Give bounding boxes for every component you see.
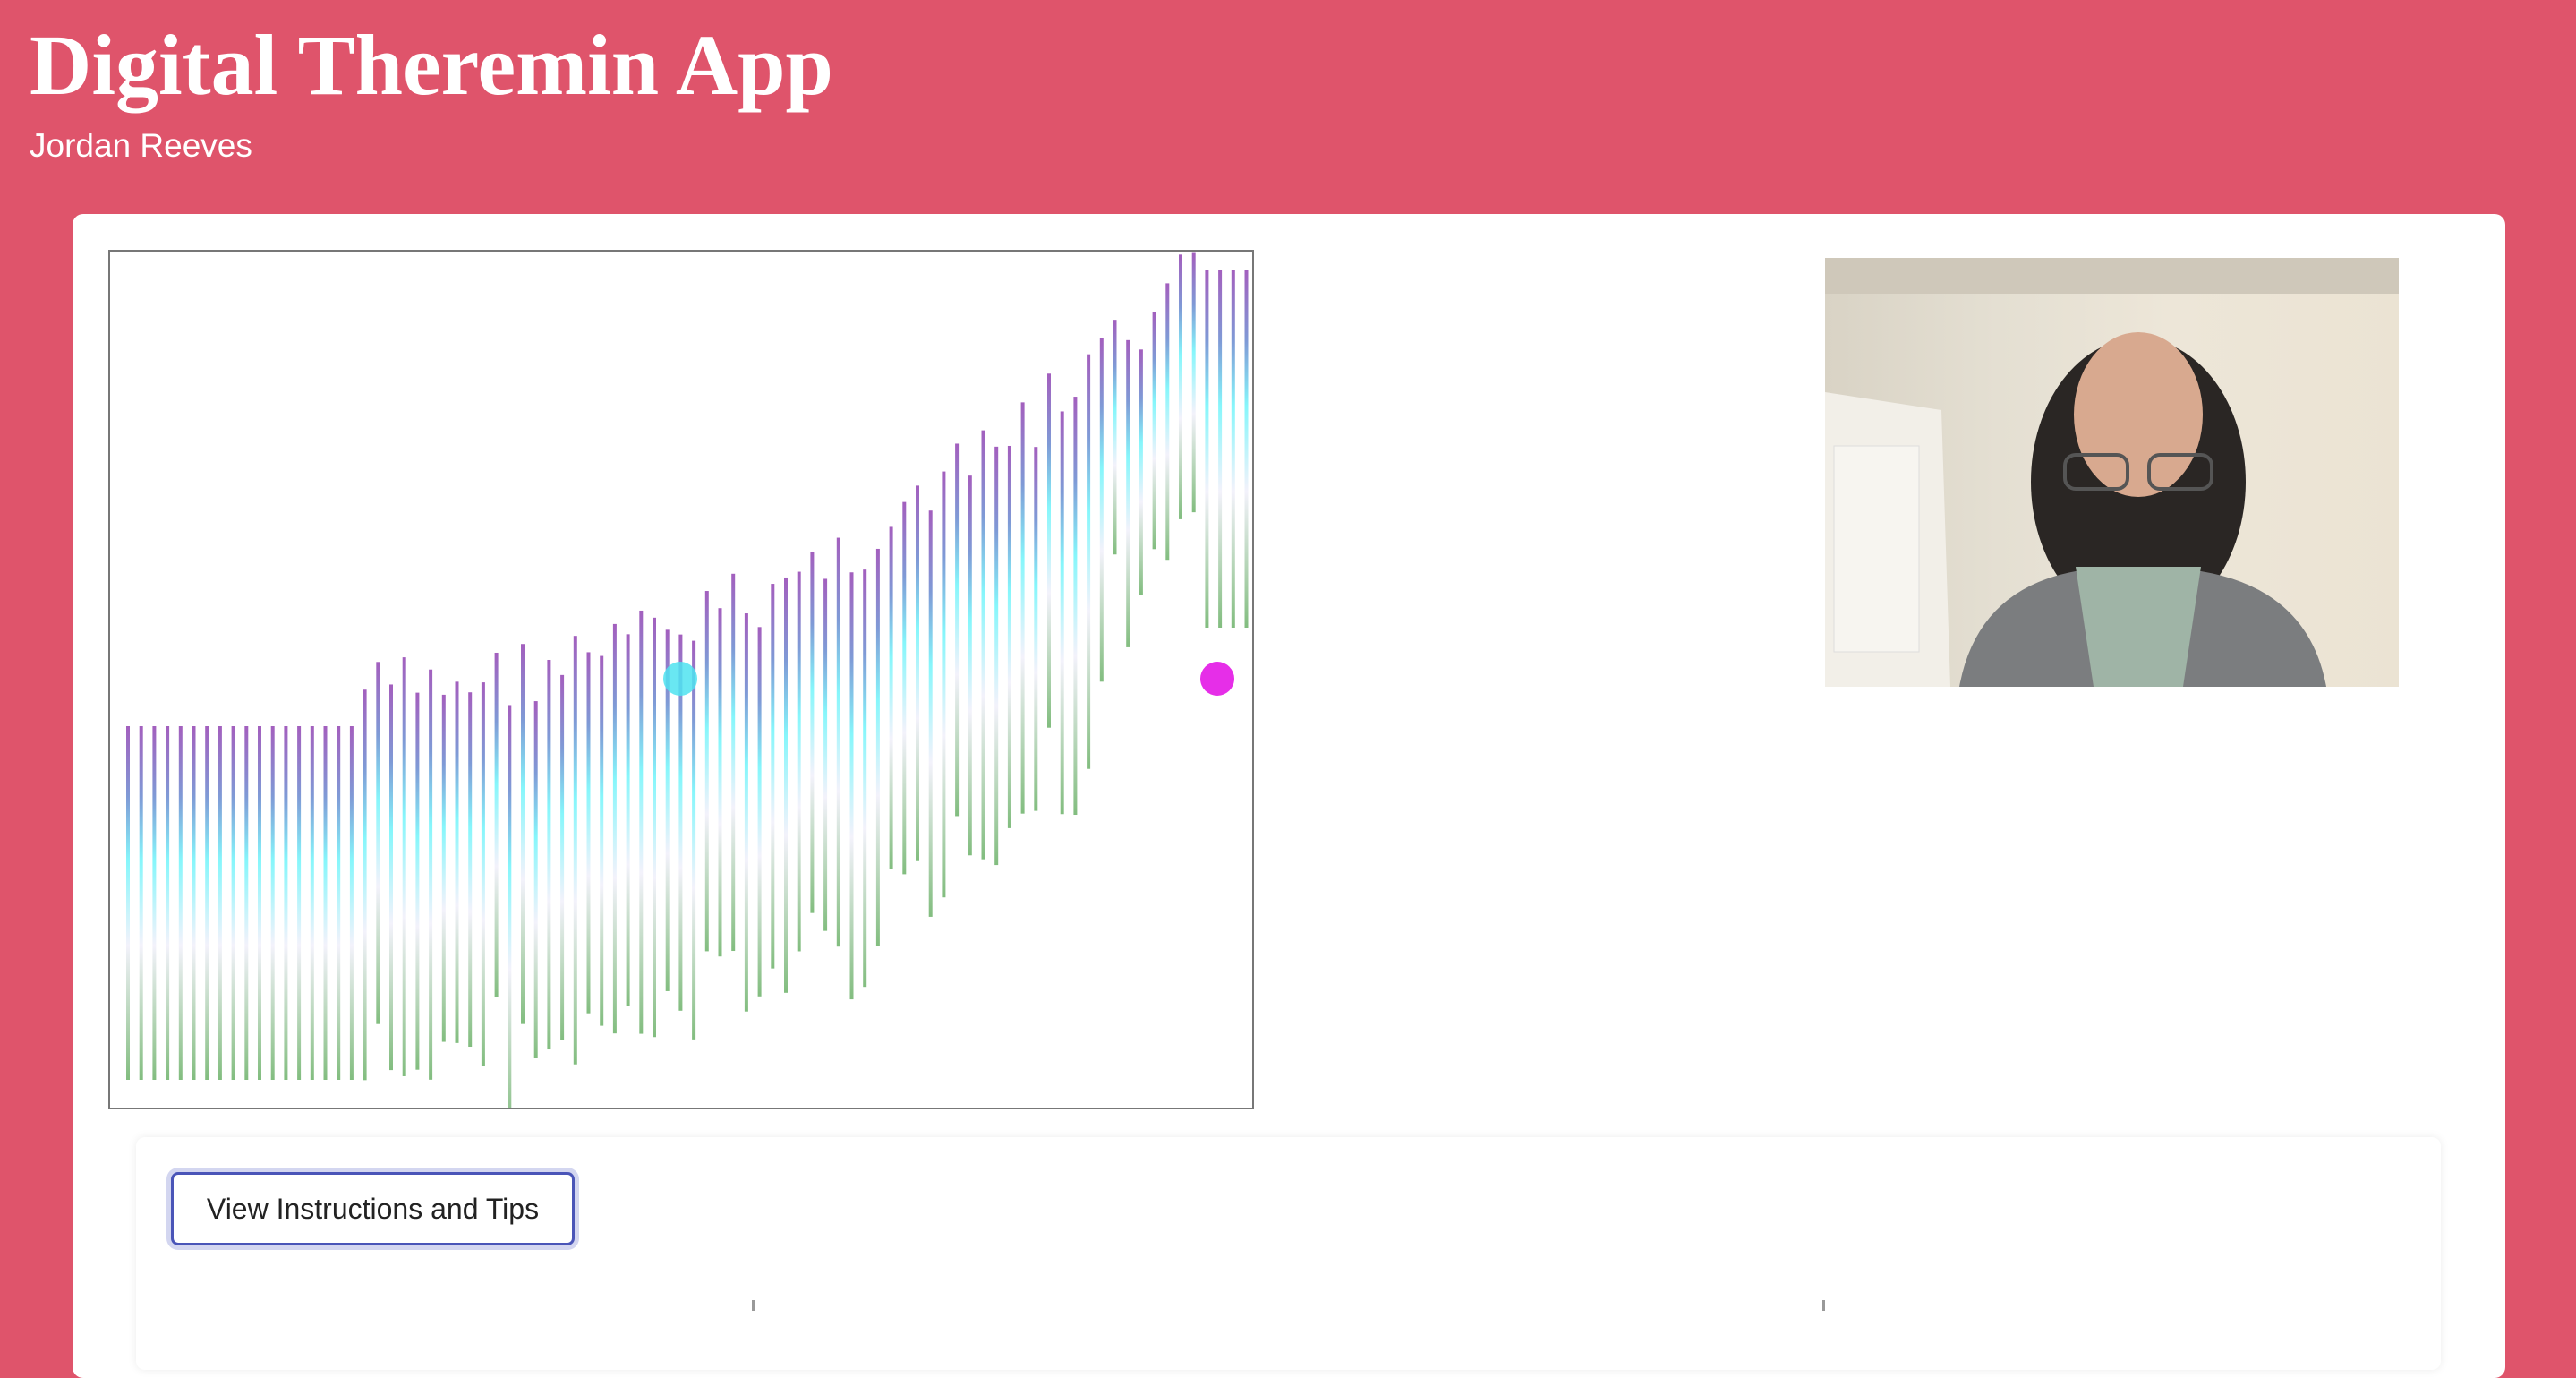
waveform-bar: [258, 726, 261, 1080]
waveform-bar: [573, 636, 577, 1065]
waveform-bar: [1179, 254, 1182, 519]
divider-tick: [752, 1300, 755, 1311]
waveform-bar: [1099, 338, 1104, 682]
webcam-feed: [1825, 258, 2399, 687]
waveform-bar: [1060, 411, 1064, 815]
waveform-bar: [402, 657, 406, 1076]
waveform-bar: [600, 655, 604, 1026]
waveform-bar: [270, 726, 275, 1080]
waveform-bar: [310, 726, 314, 1080]
waveform-bar: [916, 485, 919, 861]
waveform-bar: [547, 659, 551, 1050]
waveform-bar: [192, 726, 196, 1080]
right-hand-marker: [1200, 662, 1234, 696]
waveform-bar: [1244, 270, 1249, 628]
waveform-bar: [968, 475, 972, 856]
waveform-bar: [784, 577, 788, 993]
waveform-bar: [981, 430, 985, 860]
waveform-bar: [955, 443, 960, 817]
waveform-bar: [349, 726, 354, 1080]
waveform-bar: [205, 726, 209, 1080]
waveform-bar: [1191, 252, 1196, 513]
waveform-bar: [718, 608, 722, 957]
waveform-bar: [455, 681, 459, 1043]
waveform-bar: [468, 692, 473, 1048]
waveform-bar: [586, 652, 591, 1014]
divider-tick: [1822, 1300, 1825, 1311]
waveform-bar: [166, 726, 170, 1080]
waveform-bar: [441, 694, 446, 1042]
waveform-bar: [376, 662, 380, 1024]
waveform-bar: [692, 640, 696, 1040]
waveform-bar: [494, 652, 499, 997]
waveform-bar: [337, 726, 341, 1080]
left-hand-marker: [663, 662, 697, 696]
waveform-visualization: [126, 252, 1249, 1133]
waveform-bar: [1020, 402, 1025, 814]
waveform-bar: [244, 726, 249, 1080]
waveform-bar: [653, 617, 656, 1038]
waveform-bar: [508, 705, 512, 1133]
waveform-bar: [560, 674, 565, 1040]
waveform-bar: [810, 551, 815, 913]
waveform-bar: [297, 726, 302, 1080]
waveform-bar: [771, 584, 775, 969]
waveform-bar: [521, 644, 525, 1024]
waveform-bar: [928, 510, 933, 917]
waveform-bar: [731, 573, 736, 952]
waveform-bar: [849, 572, 854, 1000]
waveform-bar: [126, 726, 130, 1080]
waveform-bar: [152, 726, 157, 1080]
webcam-person-image: [1825, 258, 2399, 687]
waveform-bar: [1034, 447, 1038, 811]
waveform-bar: [1047, 373, 1051, 728]
waveform-bar: [1152, 312, 1156, 550]
waveform-bar: [889, 526, 893, 869]
view-instructions-button[interactable]: View Instructions and Tips: [171, 1172, 575, 1245]
waveform-bar: [389, 684, 393, 1071]
waveform-bar: [1218, 270, 1223, 628]
waveform-bar: [1007, 445, 1011, 828]
waveform-bar: [863, 569, 867, 988]
waveform-bar: [231, 726, 235, 1080]
waveform-bar: [284, 726, 288, 1080]
waveform-bar: [429, 669, 433, 1080]
waveform-bar: [704, 591, 709, 952]
waveform-bar: [1231, 270, 1235, 628]
waveform-bar: [1205, 270, 1209, 628]
waveform-bar: [1165, 283, 1170, 561]
waveform-bar: [626, 634, 630, 1006]
app-title: Digital Theremin App: [30, 17, 833, 113]
waveform-bar: [363, 689, 367, 1081]
waveform-bar: [875, 548, 880, 946]
waveform-bar: [757, 627, 762, 997]
waveform-bar: [1139, 349, 1143, 595]
waveform-bar: [139, 726, 143, 1080]
waveform-bar: [323, 726, 328, 1080]
waveform-bar: [1087, 354, 1091, 769]
waveform-bar: [1073, 397, 1078, 816]
theremin-visualizer-canvas[interactable]: [108, 250, 1254, 1133]
waveform-bar: [1126, 339, 1130, 647]
waveform-bar: [178, 726, 183, 1080]
waveform-bar: [942, 471, 946, 898]
waveform-bar: [639, 610, 644, 1034]
waveform-bar: [218, 726, 222, 1080]
waveform-bar: [797, 571, 801, 952]
waveform-bar: [415, 692, 420, 1070]
waveform-bar: [533, 701, 538, 1058]
waveform-bar: [836, 537, 840, 947]
waveform-bar: [823, 578, 828, 931]
waveform-bar: [902, 501, 907, 875]
author-name: Jordan Reeves: [30, 127, 252, 164]
waveform-bar: [744, 613, 748, 1012]
waveform-bar: [994, 446, 999, 866]
waveform-bar: [612, 623, 617, 1034]
waveform-bar: [1113, 320, 1117, 555]
waveform-bar: [481, 682, 485, 1066]
